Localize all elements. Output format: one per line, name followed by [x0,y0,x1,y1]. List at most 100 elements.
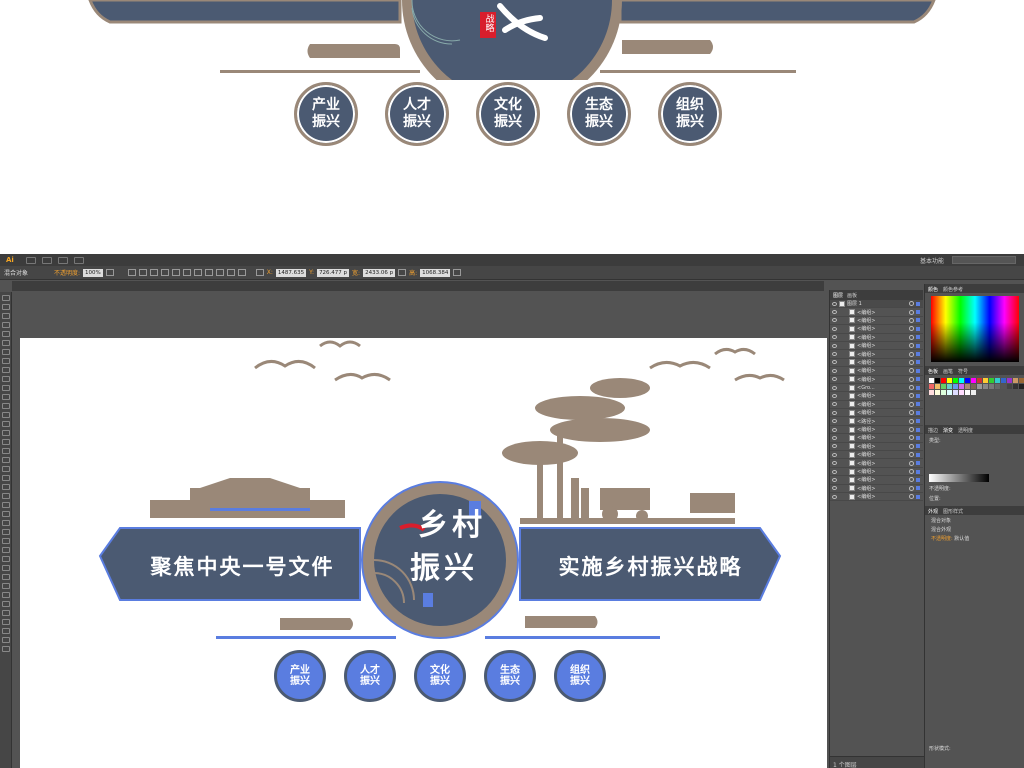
tab-transparency[interactable]: 透明度 [958,427,973,434]
tool-icon[interactable] [2,403,10,409]
sublayer-row[interactable]: <Gro... [830,384,923,393]
sublayer-row[interactable]: <编组> [830,342,923,351]
tool-icon[interactable] [2,295,10,301]
tool-icon[interactable] [2,358,10,364]
color-swatch[interactable] [977,384,982,389]
tool-icon[interactable] [2,394,10,400]
eye-icon[interactable] [832,318,837,323]
color-swatch[interactable] [1013,378,1018,383]
sublayer-row[interactable]: <编组> [830,485,923,493]
tab-gradient[interactable]: 渐变 [943,427,953,434]
target-icon[interactable] [909,485,914,491]
target-icon[interactable] [909,460,914,466]
opacity-field[interactable]: 100% [83,268,103,277]
target-icon[interactable] [909,494,914,500]
tool-icon[interactable] [2,619,10,625]
recolor-icon[interactable] [127,269,136,276]
tool-icon[interactable] [2,448,10,454]
tool-icon[interactable] [2,610,10,616]
color-swatch[interactable] [941,390,946,395]
workspace-switcher[interactable]: 基本功能 [920,256,944,265]
w-field[interactable]: 2433.06 p [363,268,396,277]
tool-icon[interactable] [2,583,10,589]
target-icon[interactable] [909,334,914,340]
sublayer-row[interactable]: <编组> [830,359,923,368]
tool-icon[interactable] [2,502,10,508]
color-swatch[interactable] [965,378,970,383]
artboard-badge[interactable]: 文化 振兴 [414,650,466,702]
tab-appearance[interactable]: 外观 [928,508,938,515]
bridge-icon[interactable] [26,256,36,264]
sublayer-row[interactable]: <编组> [830,409,923,418]
color-swatch[interactable] [959,378,964,383]
align-top-icon[interactable] [171,269,180,276]
tool-icon[interactable] [2,349,10,355]
tool-icon[interactable] [2,565,10,571]
eye-icon[interactable] [832,326,837,331]
eye-icon[interactable] [832,452,837,457]
tool-icon[interactable] [2,475,10,481]
target-icon[interactable] [909,368,914,374]
align-bottom-icon[interactable] [193,269,202,276]
color-swatch[interactable] [947,390,952,395]
tool-icon[interactable] [2,628,10,634]
target-icon[interactable] [909,351,914,357]
target-icon[interactable] [909,418,914,424]
tool-icon[interactable] [2,529,10,535]
color-swatch[interactable] [965,390,970,395]
eye-icon[interactable] [832,410,837,415]
color-swatch[interactable] [947,384,952,389]
color-swatch[interactable] [935,384,940,389]
color-spectrum[interactable] [930,296,1019,362]
sublayer-row[interactable]: <路径> [830,417,923,426]
artboard-badge[interactable]: 产业 振兴 [274,650,326,702]
color-swatch[interactable] [929,384,934,389]
target-icon[interactable] [909,443,914,449]
search-field[interactable] [952,256,1016,264]
eye-icon[interactable] [832,419,837,424]
sublayer-row[interactable]: <编组> [830,451,923,460]
color-swatch[interactable] [995,378,1000,383]
sublayer-row[interactable]: <编组> [830,308,923,317]
target-icon[interactable] [909,410,914,416]
tool-icon[interactable] [2,385,10,391]
align-left-icon[interactable] [138,269,147,276]
distribute-h-icon[interactable] [215,269,224,276]
color-swatch[interactable] [983,384,988,389]
more-options-icon[interactable] [453,269,462,276]
h-field[interactable]: 1068.384 [420,268,451,277]
sublayer-row[interactable]: <编组> [830,317,923,326]
eye-icon[interactable] [832,335,837,340]
eye-icon[interactable] [832,377,837,382]
tool-icon[interactable] [2,304,10,310]
target-icon[interactable] [909,359,914,365]
eye-icon[interactable] [832,461,837,466]
eye-icon[interactable] [832,477,837,482]
distribute-icon[interactable] [204,269,213,276]
eye-icon[interactable] [832,486,837,491]
distribute-v-icon[interactable] [226,269,235,276]
color-swatch[interactable] [953,390,958,395]
color-swatch[interactable] [1007,384,1012,389]
color-swatch[interactable] [953,384,958,389]
align-center-icon[interactable] [149,269,158,276]
color-swatch[interactable] [1019,384,1024,389]
color-swatch[interactable] [1007,378,1012,383]
color-swatch[interactable] [965,384,970,389]
eye-icon[interactable] [832,310,837,315]
tool-icon[interactable] [2,601,10,607]
target-icon[interactable] [909,452,914,458]
tool-icon[interactable] [2,331,10,337]
tab-layers[interactable]: 图层 [833,292,843,299]
eye-icon[interactable] [832,427,837,432]
eye-icon[interactable] [832,402,837,407]
color-swatch[interactable] [941,384,946,389]
color-swatch[interactable] [959,390,964,395]
color-swatch[interactable] [983,378,988,383]
color-swatch[interactable] [1019,378,1024,383]
tool-icon[interactable] [2,592,10,598]
arrange-documents-icon[interactable] [58,256,68,264]
tool-icon[interactable] [2,466,10,472]
color-swatch[interactable] [989,378,994,383]
sublayer-row[interactable]: <编组> [830,476,923,485]
